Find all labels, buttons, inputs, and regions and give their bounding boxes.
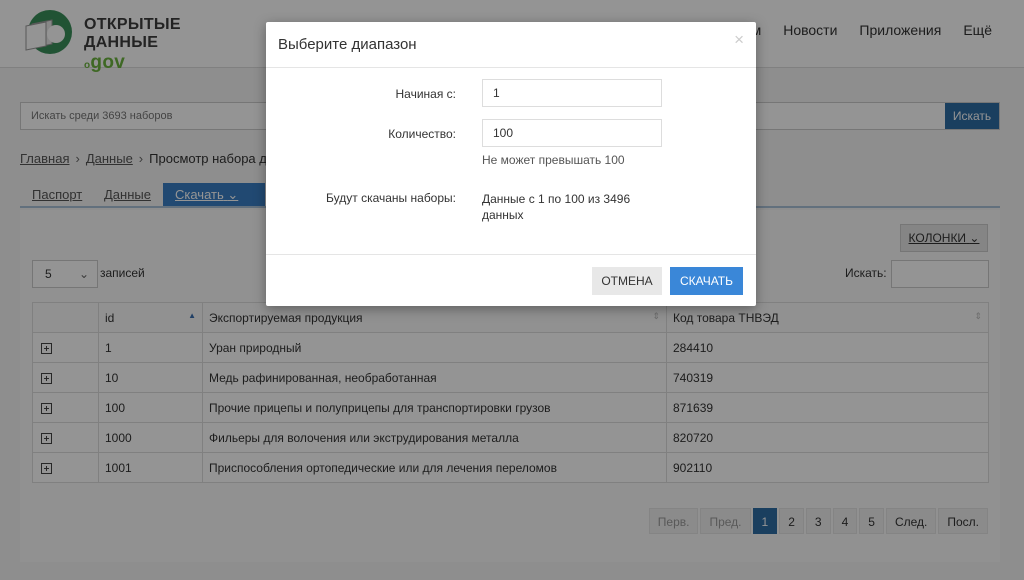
range-dialog: Выберите диапазон × Начиная с: 1 Количес…: [266, 22, 756, 306]
count-input[interactable]: 100: [482, 119, 662, 147]
close-icon[interactable]: ×: [734, 30, 744, 50]
dialog-header: Выберите диапазон ×: [266, 22, 756, 68]
result-text: Данные с 1 по 100 из 3496 данных: [482, 192, 631, 222]
dialog-title: Выберите диапазон: [278, 36, 417, 53]
cancel-button[interactable]: ОТМЕНА: [592, 267, 662, 295]
count-label: Количество:: [388, 127, 456, 141]
count-hint: Не может превышать 100: [482, 153, 625, 167]
start-input[interactable]: 1: [482, 79, 662, 107]
result-label: Будут скачаны наборы:: [326, 191, 456, 205]
start-label: Начиная с:: [395, 87, 457, 101]
dialog-footer: ОТМЕНА СКАЧАТЬ: [266, 254, 756, 306]
download-button[interactable]: СКАЧАТЬ: [670, 267, 743, 295]
